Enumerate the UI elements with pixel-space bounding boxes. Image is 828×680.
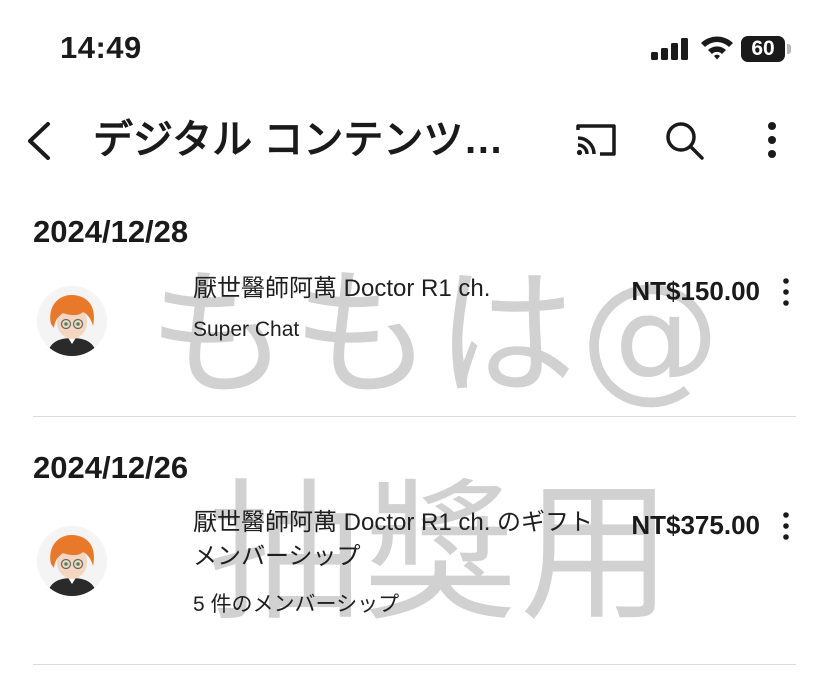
purchase-list: 2024/12/28 厭世醫師阿萬 Doctor R1 ch. Super Ch… bbox=[0, 186, 828, 668]
purchase-item[interactable]: 厭世醫師阿萬 Doctor R1 ch. Super Chat NT$150.0… bbox=[0, 270, 828, 390]
status-bar: 14:49 60 bbox=[0, 0, 828, 96]
wifi-icon bbox=[701, 36, 733, 60]
purchase-item[interactable]: 厭世醫師阿萬 Doctor R1 ch. のギフト メンバーシップ 5 件のメン… bbox=[0, 506, 828, 646]
more-vert-icon[interactable] bbox=[748, 116, 796, 164]
battery-cap bbox=[787, 44, 791, 54]
status-time: 14:49 bbox=[60, 30, 142, 65]
purchase-title: 厭世醫師阿萬 Doctor R1 ch. bbox=[193, 275, 491, 302]
app-toolbar: デジタル コンテンツ… bbox=[0, 96, 828, 186]
purchase-group: 2024/12/26 厭世醫師阿萬 Doctor R1 ch. のギフト メンバ… bbox=[0, 418, 828, 668]
purchase-subtitle: Super Chat bbox=[193, 318, 300, 341]
purchase-title: 厭世醫師阿萬 Doctor R1 ch. のギフト メンバーシップ bbox=[193, 509, 594, 570]
back-icon[interactable] bbox=[20, 116, 64, 166]
divider bbox=[33, 416, 796, 417]
purchase-date: 2024/12/26 bbox=[33, 450, 189, 485]
purchase-price: NT$375.00 bbox=[631, 510, 760, 540]
page-title: デジタル コンテンツ… bbox=[93, 118, 504, 162]
battery-indicator: 60 bbox=[741, 36, 793, 62]
cellular-signal-icon bbox=[651, 38, 688, 60]
search-icon[interactable] bbox=[660, 116, 708, 164]
channel-avatar bbox=[37, 526, 107, 596]
purchase-subtitle: 5 件のメンバーシップ bbox=[193, 593, 400, 616]
item-more-icon[interactable] bbox=[774, 274, 798, 310]
purchase-price: NT$150.00 bbox=[631, 276, 760, 306]
item-more-icon[interactable] bbox=[774, 508, 798, 544]
purchase-group: 2024/12/28 厭世醫師阿萬 Doctor R1 ch. Super Ch… bbox=[0, 186, 828, 418]
cast-icon[interactable] bbox=[572, 116, 620, 164]
divider bbox=[33, 664, 796, 665]
battery-level-text: 60 bbox=[751, 37, 775, 60]
channel-avatar bbox=[37, 286, 107, 356]
purchase-date: 2024/12/28 bbox=[33, 214, 189, 249]
